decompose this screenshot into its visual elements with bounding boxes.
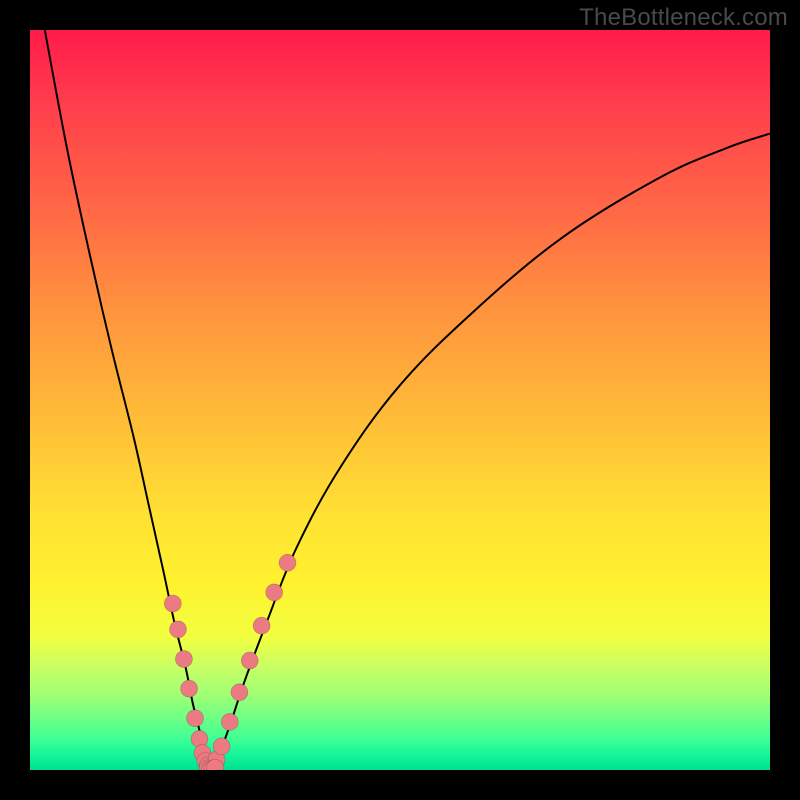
left-markers-dot (170, 621, 187, 638)
left-markers-dot (181, 680, 198, 697)
right-markers-dot (221, 713, 238, 730)
right-markers-dot (231, 684, 248, 701)
left-markers-dot (175, 651, 192, 668)
left-markers-dot (187, 710, 204, 727)
right-markers-dot (266, 584, 283, 601)
right-curve (211, 134, 770, 770)
right-markers-dot (279, 554, 296, 571)
watermark-text: TheBottleneck.com (579, 4, 788, 32)
right-markers-dot (213, 738, 230, 755)
chart-frame: TheBottleneck.com (0, 0, 800, 800)
plot-area (30, 30, 770, 770)
right-markers-dot (241, 652, 258, 669)
left-markers-dot (164, 595, 181, 612)
right-markers-dot (253, 617, 270, 634)
curve-layer (30, 30, 770, 770)
